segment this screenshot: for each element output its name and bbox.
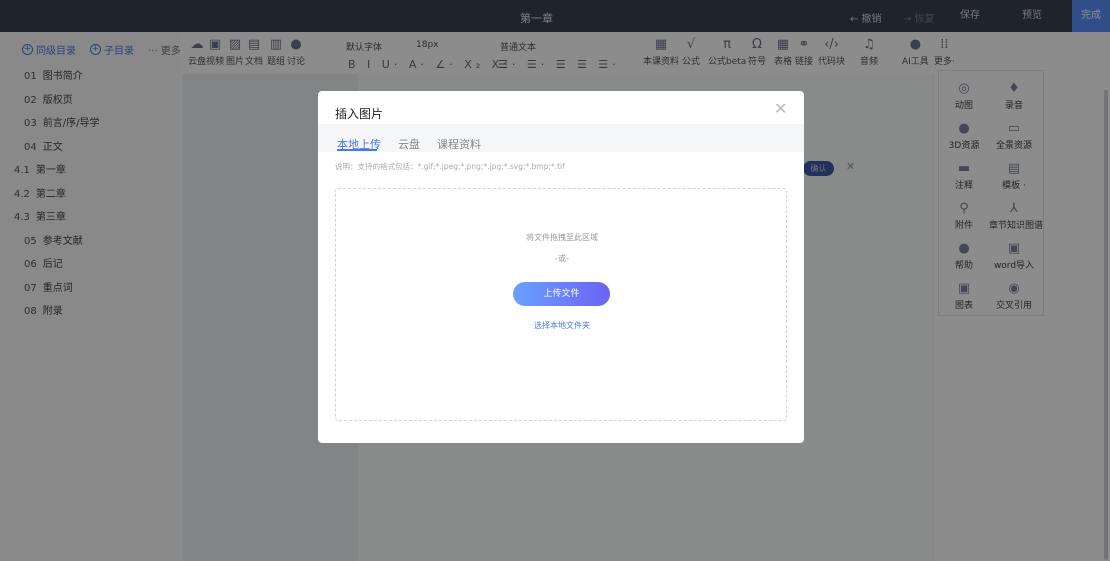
file-drop-zone[interactable]: 将文件拖拽至此区域 -或- 上传文件 选择本地文件夹 xyxy=(335,188,787,421)
dialog-tabs: 本地上传 云盘 课程资料 xyxy=(318,124,804,152)
close-icon[interactable]: ✕ xyxy=(774,99,787,118)
tab-cloud-disk[interactable]: 云盘 xyxy=(398,136,420,152)
or-separator: -或- xyxy=(555,254,569,263)
insert-image-dialog: 插入图片 ✕ 本地上传 云盘 课程资料 说明：支持的格式包括：*.gif;*.j… xyxy=(318,91,804,443)
drop-instruction: 将文件拖拽至此区域 xyxy=(526,233,598,242)
format-hint: 说明：支持的格式包括：*.gif;*.jpeg;*.png;*.jpg;*.sv… xyxy=(335,162,565,171)
select-local-folder-link[interactable]: 选择本地文件夹 xyxy=(336,320,788,331)
tab-course-material[interactable]: 课程资料 xyxy=(437,136,481,152)
upload-file-button[interactable]: 上传文件 xyxy=(513,282,610,306)
active-tab-indicator xyxy=(337,149,377,151)
dialog-title: 插入图片 xyxy=(335,107,384,121)
